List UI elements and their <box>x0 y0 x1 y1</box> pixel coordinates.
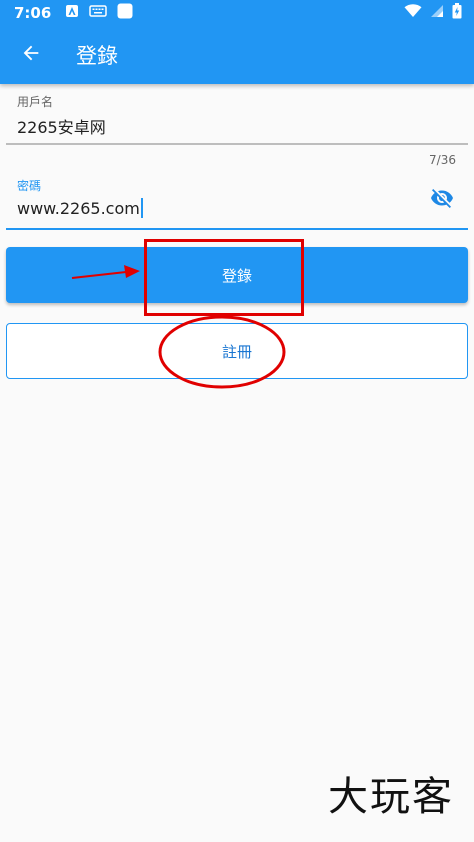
square-app-icon <box>117 3 133 23</box>
back-button[interactable] <box>16 40 46 70</box>
password-char-counter: 7/36 <box>429 153 456 167</box>
arrow-back-icon <box>20 42 42 68</box>
password-field[interactable]: 密碼 www.2265.com <box>6 168 468 230</box>
keyboard-icon <box>89 4 108 22</box>
password-value: www.2265.com <box>17 199 140 218</box>
watermark-logo: 大玩客 <box>328 774 454 820</box>
page-title: 登錄 <box>76 44 118 68</box>
app-notification-icon <box>65 4 79 22</box>
toolbar: 登錄 <box>0 26 474 84</box>
text-cursor <box>140 198 143 218</box>
username-underline <box>6 143 468 145</box>
password-underline <box>6 228 468 230</box>
username-label: 用戶名 <box>17 95 54 109</box>
password-visibility-toggle[interactable] <box>428 186 456 212</box>
notification-icons <box>65 3 133 23</box>
username-field[interactable]: 用戶名 2265安卓网 <box>6 85 468 145</box>
password-input[interactable]: www.2265.com <box>17 198 143 218</box>
app-bar: 7:06 登錄 <box>0 0 474 84</box>
status-bar: 7:06 <box>0 0 474 26</box>
username-input[interactable]: 2265安卓网 <box>17 114 106 138</box>
wifi-icon <box>404 4 422 22</box>
eye-off-icon <box>428 189 456 214</box>
annotation-highlight-rectangle <box>144 239 304 316</box>
signal-icon <box>430 4 444 22</box>
password-label: 密碼 <box>17 179 42 193</box>
battery-icon <box>452 3 462 23</box>
status-time: 7:06 <box>14 4 52 22</box>
register-button-label: 註冊 <box>221 342 252 361</box>
system-status-icons <box>404 3 462 23</box>
register-button[interactable]: 註冊 <box>6 323 468 379</box>
